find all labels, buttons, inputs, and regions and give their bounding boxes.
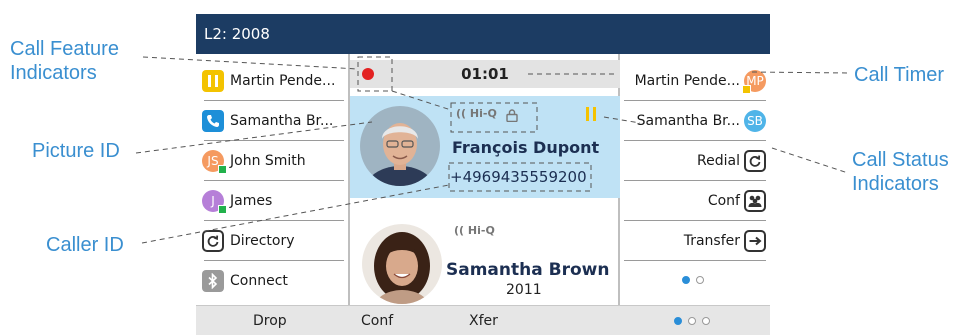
presence-available-icon xyxy=(218,205,227,214)
caller-name: François Dupont xyxy=(452,138,600,157)
call-area: 01:01 (( Hi-Q François Dupont +496943555… xyxy=(350,54,620,305)
left-key-connect[interactable]: Connect xyxy=(196,262,348,300)
softkey-page-indicator[interactable] xyxy=(674,317,710,325)
left-key-label: Samantha Br... xyxy=(230,113,334,129)
page-dot xyxy=(696,276,704,284)
right-key-samantha[interactable]: Samantha Br... SB xyxy=(620,102,770,140)
bluetooth-icon xyxy=(202,270,224,292)
line-title-bar: L2: 2008 xyxy=(196,14,770,54)
right-key-label: Martin Pende... xyxy=(634,73,740,89)
transfer-key[interactable]: Transfer xyxy=(620,222,770,260)
caller-id-callout: Caller ID xyxy=(46,234,124,256)
caller-photo xyxy=(360,106,440,186)
divider xyxy=(204,100,344,101)
hd-audio-indicator: (( Hi-Q xyxy=(454,224,495,237)
conference-icon xyxy=(744,190,766,212)
left-key-directory[interactable]: Directory xyxy=(196,222,348,260)
picture-id-callout: Picture ID xyxy=(32,140,120,162)
conf-softkey[interactable]: Conf xyxy=(361,306,393,335)
divider xyxy=(624,100,766,101)
contact-avatar: SB xyxy=(744,110,766,132)
call-timer-bar: 01:01 xyxy=(350,60,620,88)
hd-audio-icon: (( xyxy=(454,224,465,237)
call-timer-callout: Call Timer xyxy=(854,64,945,86)
left-key-label: James xyxy=(230,193,273,209)
secure-lock-icon xyxy=(506,107,518,126)
call-status-indicators-callout: Call Status Indicators xyxy=(852,149,949,195)
page-dot xyxy=(688,317,696,325)
divider xyxy=(624,260,766,261)
divider xyxy=(204,260,344,261)
left-key-label: Connect xyxy=(230,273,288,289)
left-key-column: Martin Pende... Samantha Br... JS John S… xyxy=(196,62,348,304)
left-key-label: John Smith xyxy=(230,153,306,169)
hold-status-icon xyxy=(586,107,596,121)
drop-softkey[interactable]: Drop xyxy=(253,306,287,335)
presence-available-icon xyxy=(218,165,227,174)
caller-number: +4969435559200 xyxy=(450,168,587,186)
divider xyxy=(624,180,766,181)
divider xyxy=(204,140,344,141)
conference-key[interactable]: Conf xyxy=(620,182,770,220)
contact-avatar: MP xyxy=(742,70,766,94)
softkey-bar: Drop Conf Xfer xyxy=(196,305,770,335)
transfer-icon xyxy=(744,230,766,252)
contact-avatar: J xyxy=(202,190,227,214)
divider xyxy=(204,180,344,181)
contact-name: Samantha Brown xyxy=(446,260,610,280)
divider xyxy=(204,220,344,221)
contact-photo xyxy=(362,224,442,304)
hd-audio-icon: (( xyxy=(456,107,467,120)
left-key-john-smith[interactable]: JS John Smith xyxy=(196,142,348,180)
hold-status-icon xyxy=(742,85,751,94)
contact-avatar: JS xyxy=(202,150,227,174)
phone-screen: L2: 2008 Martin Pende... Samantha Br... … xyxy=(196,14,770,335)
left-key-label: Martin Pende... xyxy=(230,73,336,89)
right-key-label: Conf xyxy=(707,193,740,209)
divider xyxy=(624,220,766,221)
right-key-label: Redial xyxy=(697,153,740,169)
left-key-samantha[interactable]: Samantha Br... xyxy=(196,102,348,140)
redial-icon xyxy=(744,150,766,172)
hd-audio-indicator: (( Hi-Q xyxy=(456,107,497,120)
hold-icon xyxy=(202,70,224,92)
phone-icon xyxy=(202,110,224,132)
left-key-james[interactable]: J James xyxy=(196,182,348,220)
page-dot-active xyxy=(682,276,690,284)
right-key-label: Samantha Br... xyxy=(636,113,740,129)
right-key-label: Transfer xyxy=(683,233,740,249)
line-title: L2: 2008 xyxy=(204,25,270,43)
redial-key[interactable]: Redial xyxy=(620,142,770,180)
right-key-column: Martin Pende... MP Samantha Br... SB Red… xyxy=(620,62,770,304)
page-indicator[interactable] xyxy=(682,276,704,284)
held-call[interactable]: (( Hi-Q Samantha Brown 2011 xyxy=(350,202,620,305)
page-dot-active xyxy=(674,317,682,325)
divider xyxy=(624,140,766,141)
active-call[interactable]: (( Hi-Q François Dupont +4969435559200 xyxy=(350,96,620,198)
xfer-softkey[interactable]: Xfer xyxy=(469,306,498,335)
left-key-label: Directory xyxy=(230,233,295,249)
left-key-martin[interactable]: Martin Pende... xyxy=(196,62,348,100)
page-dot xyxy=(702,317,710,325)
right-key-martin[interactable]: Martin Pende... MP xyxy=(620,62,770,100)
directory-icon xyxy=(202,230,224,252)
call-feature-indicators-callout: Call Feature Indicators xyxy=(10,38,119,84)
call-timer: 01:01 xyxy=(461,65,509,83)
contact-number: 2011 xyxy=(506,282,542,298)
